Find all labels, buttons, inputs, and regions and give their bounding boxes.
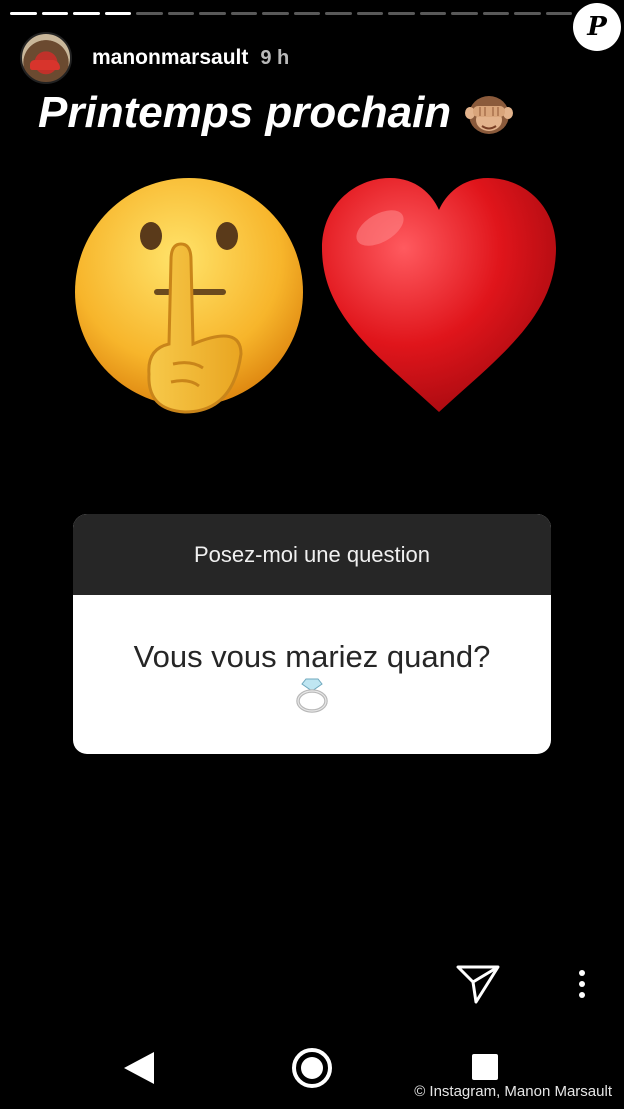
progress-segment <box>199 12 226 15</box>
recent-apps-icon[interactable] <box>472 1054 498 1080</box>
progress-segment <box>73 12 100 15</box>
headline-text: Printemps prochain <box>38 88 452 137</box>
progress-segment <box>451 12 478 15</box>
progress-segment <box>356 12 383 15</box>
shushing-face-icon[interactable] <box>73 174 305 414</box>
progress-segment <box>262 12 289 15</box>
story-headline: Printemps prochain <box>38 88 514 138</box>
progress-segment <box>419 12 446 15</box>
more-vertical-icon[interactable] <box>570 966 594 1002</box>
question-sticker-title: Posez-moi une question <box>193 541 431 567</box>
progress-segment <box>41 12 68 15</box>
question-text: Vous vous mariez quand? <box>133 639 491 674</box>
username[interactable]: manonmarsault <box>92 46 248 70</box>
progress-segment <box>545 12 572 15</box>
home-icon[interactable] <box>292 1048 332 1088</box>
progress-segment <box>482 12 509 15</box>
paper-plane-icon[interactable] <box>456 964 500 1004</box>
progress-segment <box>325 12 352 15</box>
progress-segment <box>230 12 257 15</box>
progress-segment <box>136 12 163 15</box>
ring-icon <box>296 678 328 713</box>
back-icon[interactable] <box>122 1050 156 1086</box>
progress-segment <box>104 12 131 15</box>
progress-segment <box>388 12 415 15</box>
story-progress-bar <box>10 12 572 16</box>
post-time: 9 h <box>260 46 290 69</box>
photo-credit: © Instagram, Manon Marsault <box>414 1083 612 1100</box>
question-sticker[interactable]: Posez-moi une question Vous vous mariez … <box>73 514 551 754</box>
progress-segment <box>514 12 541 15</box>
see-no-evil-monkey-icon <box>465 96 514 134</box>
logo-letter: P <box>587 12 607 42</box>
story-header: manonmarsault 9 h <box>20 32 289 84</box>
question-sticker-body: Vous vous mariez quand? <box>73 595 551 754</box>
watermark-logo: P <box>573 3 621 51</box>
red-heart-icon[interactable] <box>318 176 560 414</box>
progress-segment <box>10 12 37 15</box>
avatar[interactable] <box>20 32 72 84</box>
progress-segment <box>293 12 320 15</box>
progress-segment <box>167 12 194 15</box>
question-sticker-header: Posez-moi une question <box>73 514 551 595</box>
